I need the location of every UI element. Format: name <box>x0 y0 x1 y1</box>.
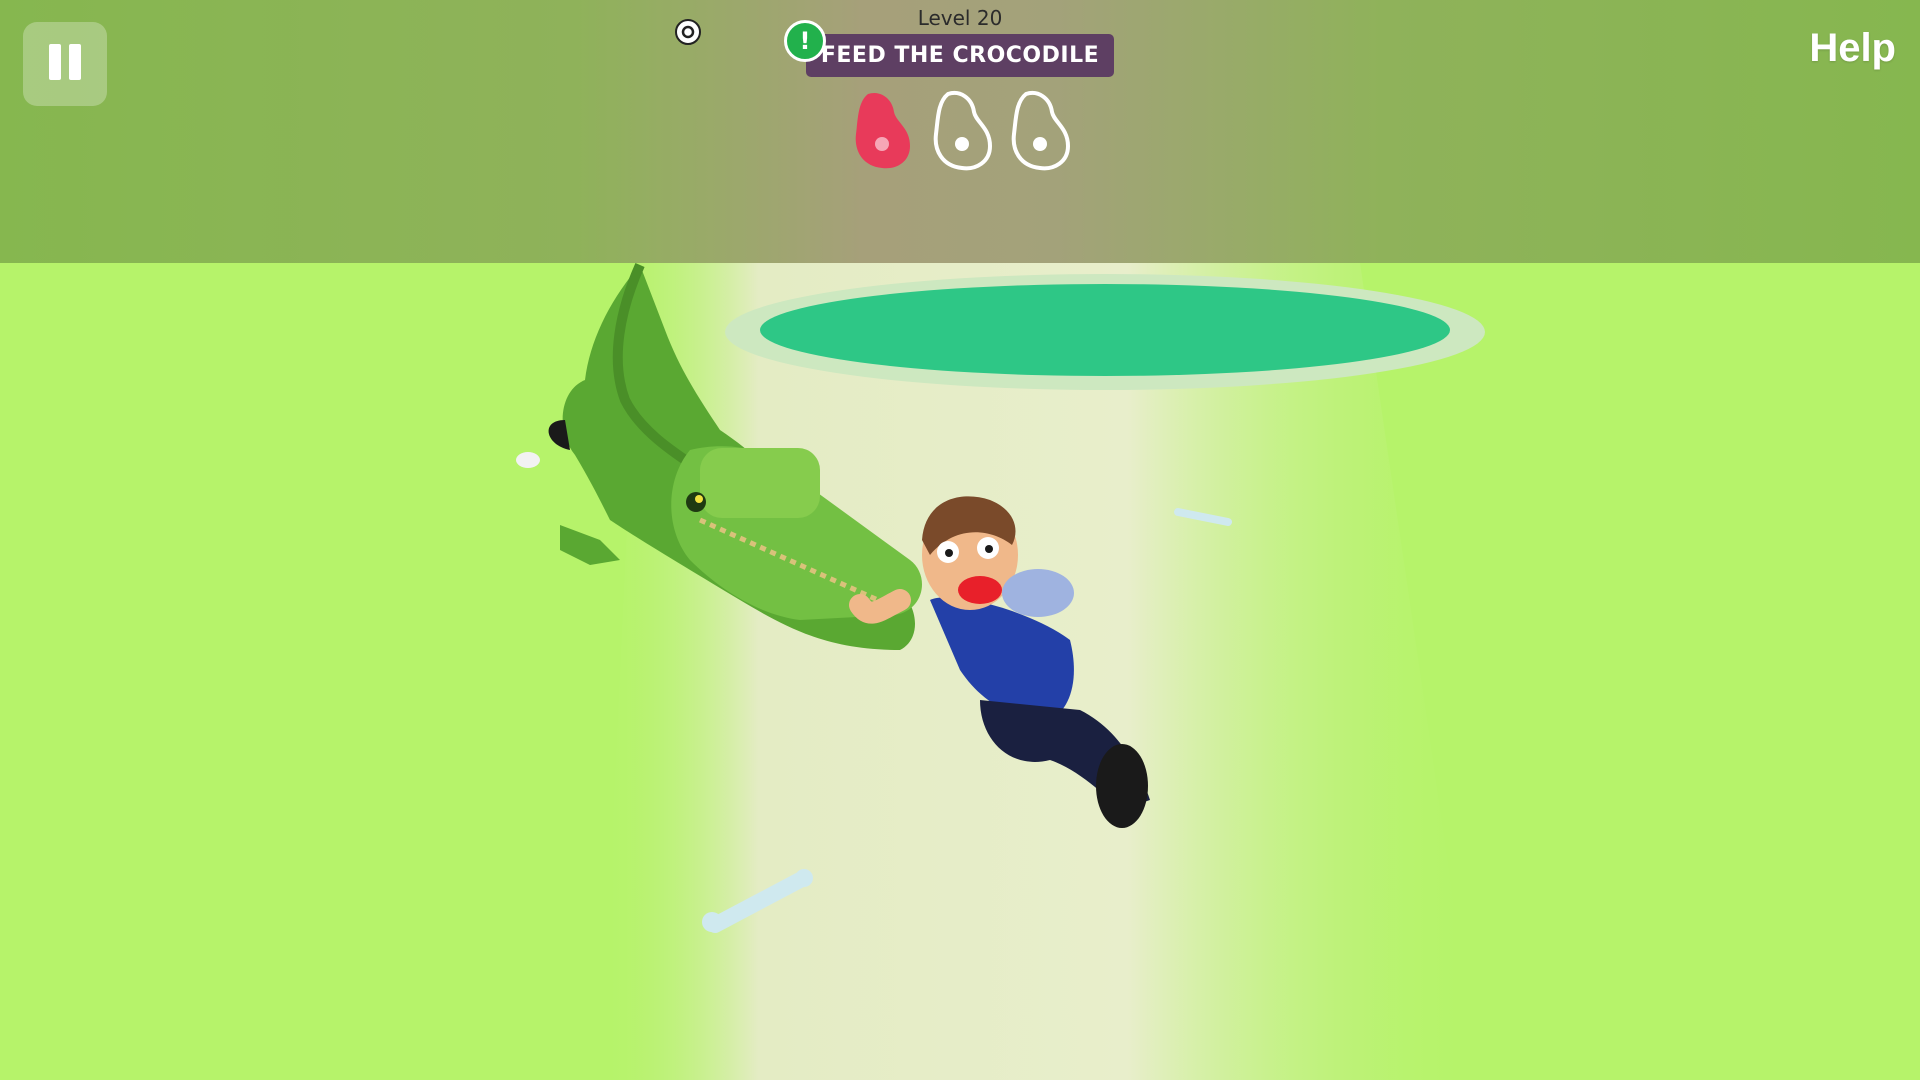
level-label: Level 20 <box>917 6 1003 30</box>
objective-banner: FEED THE CROCODILE <box>806 34 1114 77</box>
pond <box>725 274 1485 390</box>
objective-text: FEED THE CROCODILE <box>820 43 1100 68</box>
pebble-item <box>516 452 540 468</box>
alert-glyph: ! <box>799 27 811 55</box>
settings-icon[interactable] <box>672 16 704 48</box>
alert-icon: ! <box>784 20 826 62</box>
pause-button[interactable] <box>23 22 107 106</box>
meat-icon-empty <box>933 91 993 171</box>
meat-progress <box>846 88 1086 172</box>
zookeeper-character[interactable] <box>849 496 1150 828</box>
game-stage[interactable]: Level 20 FEED THE CROCODILE ! Help <box>0 0 1920 1080</box>
meat-icon-empty <box>1011 91 1071 171</box>
meat-icon-filled <box>855 92 910 169</box>
help-button[interactable]: Help <box>1809 26 1896 71</box>
bone-item[interactable] <box>702 869 813 933</box>
bone-item[interactable] <box>1174 508 1232 526</box>
pause-icon <box>45 44 85 84</box>
